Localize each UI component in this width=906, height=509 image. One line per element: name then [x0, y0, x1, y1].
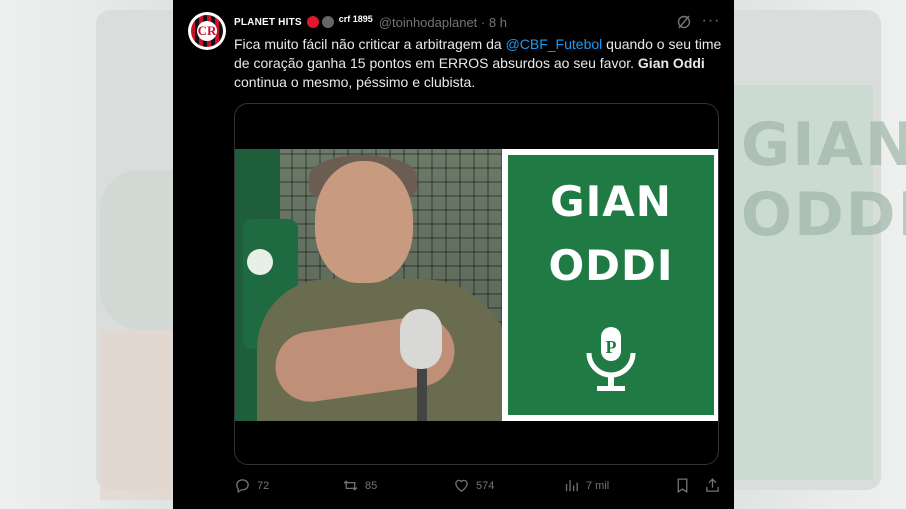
media-image[interactable]: GIAN ODDI P — [235, 149, 718, 421]
like-icon — [455, 479, 468, 492]
handle[interactable]: @toinhodaplanet · 8 h — [379, 15, 507, 30]
emoji-black-circle — [321, 16, 334, 28]
bookmark-button[interactable] — [674, 477, 697, 494]
microphone — [400, 309, 442, 369]
reply-count: 72 — [257, 479, 270, 492]
tweet-text: Fica muito fácil não criticar a arbitrag… — [234, 36, 722, 90]
reply-icon — [236, 479, 249, 494]
emoji-red-circle — [306, 16, 319, 28]
retweet-icon — [343, 480, 358, 491]
share-button[interactable] — [704, 477, 727, 494]
name-badge: crf 1895 — [338, 14, 373, 24]
views-button[interactable]: 7 mil — [563, 477, 609, 494]
tweet-header: PLANET HITS crf 1895 @toinhodaplanet · 8… — [234, 12, 507, 32]
like-count: 574 — [476, 479, 495, 492]
avatar[interactable]: CR — [188, 12, 226, 50]
retweet-count: 85 — [365, 479, 378, 492]
display-name[interactable]: PLANET HITS — [234, 17, 302, 28]
panel-line-1: GIAN — [550, 177, 672, 226]
share-icon — [706, 478, 719, 492]
retweet-button[interactable]: 85 — [342, 477, 377, 494]
bookmark-icon — [677, 478, 688, 494]
svg-text:P: P — [606, 337, 617, 357]
action-bar: 72 85 574 7 mil — [234, 473, 721, 501]
more-icon[interactable]: ··· — [701, 12, 721, 32]
reply-button[interactable]: 72 — [234, 477, 269, 494]
panel-line-2: ODDI — [548, 241, 674, 290]
grok-icon[interactable] — [676, 14, 692, 30]
blurred-panel-ghost: GIAN ODDI — [741, 110, 906, 250]
views-icon — [565, 479, 578, 492]
blurred-background-left — [0, 0, 173, 509]
views-count: 7 mil — [586, 479, 610, 492]
podcast-mic-logo-icon: P — [586, 327, 636, 391]
like-button[interactable]: 574 — [453, 477, 494, 494]
name-panel: GIAN ODDI P — [502, 149, 718, 421]
tweet-media[interactable]: GIAN ODDI P — [234, 103, 719, 465]
mention-link[interactable]: @CBF_Futebol — [506, 36, 603, 52]
timestamp[interactable]: 8 h — [489, 15, 507, 30]
tweet-card: CR PLANET HITS crf 1895 @toinhodaplanet … — [173, 0, 734, 509]
blurred-background-right: GIAN ODDI — [733, 0, 906, 509]
